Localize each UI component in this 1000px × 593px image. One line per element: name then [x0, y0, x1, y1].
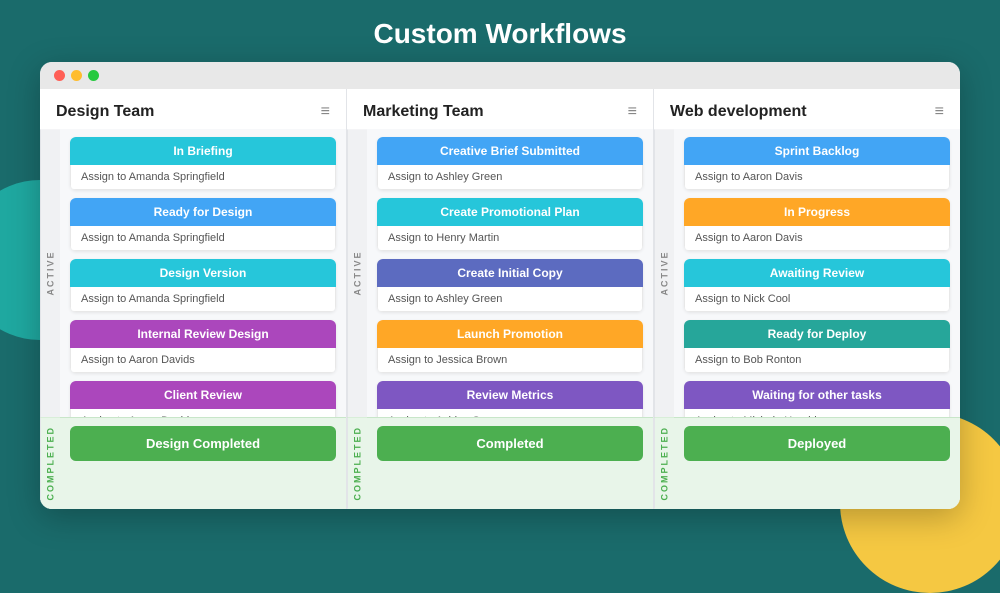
card-assign-web-development-0: Assign to Aaron Davis [684, 165, 950, 190]
card-marketing-team-1[interactable]: Create Promotional PlanAssign to Henry M… [377, 198, 643, 251]
card-web-development-2[interactable]: Awaiting ReviewAssign to Nick Cool [684, 259, 950, 312]
active-label-web-development: ACTIVE [654, 129, 674, 417]
card-design-team-4[interactable]: Client ReviewAssign to Aaron Davids [70, 381, 336, 417]
browser-dot-yellow [71, 70, 82, 81]
card-header-design-team-4: Client Review [70, 381, 336, 409]
card-assign-web-development-1: Assign to Aaron Davis [684, 226, 950, 251]
active-section-web-development: ACTIVESprint BacklogAssign to Aaron Davi… [654, 129, 960, 417]
column-title-web-development: Web development [670, 103, 807, 121]
card-design-team-2[interactable]: Design VersionAssign to Amanda Springfie… [70, 259, 336, 312]
card-design-team-0[interactable]: In BriefingAssign to Amanda Springfield [70, 137, 336, 190]
active-label-marketing-team: ACTIVE [347, 129, 367, 417]
card-header-web-development-2: Awaiting Review [684, 259, 950, 287]
cards-list-web-development: Sprint BacklogAssign to Aaron DavisIn Pr… [674, 129, 960, 417]
cards-list-design-team: In BriefingAssign to Amanda SpringfieldR… [60, 129, 346, 417]
card-web-development-1[interactable]: In ProgressAssign to Aaron Davis [684, 198, 950, 251]
browser-dot-red [54, 70, 65, 81]
completed-card-design-team[interactable]: Design Completed [70, 426, 336, 461]
completed-section-design-team: COMPLETED Design Completed [40, 417, 346, 509]
card-assign-marketing-team-3: Assign to Jessica Brown [377, 348, 643, 373]
completed-cards-design-team: Design Completed [60, 418, 346, 509]
card-assign-web-development-4: Assign to Michele Hendrix [684, 409, 950, 417]
completed-cards-marketing-team: Completed [367, 418, 653, 509]
card-assign-marketing-team-4: Assign to Ashley Green [377, 409, 643, 417]
page-title: Custom Workflows [0, 0, 1000, 62]
card-header-marketing-team-2: Create Initial Copy [377, 259, 643, 287]
card-header-marketing-team-1: Create Promotional Plan [377, 198, 643, 226]
card-header-design-team-2: Design Version [70, 259, 336, 287]
card-design-team-1[interactable]: Ready for DesignAssign to Amanda Springf… [70, 198, 336, 251]
card-assign-marketing-team-0: Assign to Ashley Green [377, 165, 643, 190]
completed-cards-web-development: Deployed [674, 418, 960, 509]
card-assign-web-development-2: Assign to Nick Cool [684, 287, 950, 312]
completed-label-marketing-team: COMPLETED [347, 418, 367, 509]
active-section-design-team: ACTIVEIn BriefingAssign to Amanda Spring… [40, 129, 346, 417]
kanban-column-web-development: Web development≡ACTIVESprint BacklogAssi… [654, 89, 960, 509]
kanban-column-marketing-team: Marketing Team ≡ ACTIVE Creative Brief Subm… [347, 89, 654, 509]
browser-window: Design Team≡ACTIVEIn BriefingAssign to A… [40, 62, 960, 509]
card-header-web-development-0: Sprint Backlog [684, 137, 950, 165]
column-header-design-team: Design Team ≡ [40, 89, 346, 129]
completed-card-web-development[interactable]: Deployed [684, 426, 950, 461]
column-title-marketing-team: Marketing Team [363, 103, 484, 121]
card-assign-design-team-3: Assign to Aaron Davids [70, 348, 336, 373]
column-menu-design-team[interactable]: ≡ [321, 103, 330, 121]
completed-section-marketing-team: COMPLETED Completed [347, 417, 653, 509]
card-header-marketing-team-0: Creative Brief Submitted [377, 137, 643, 165]
card-header-marketing-team-3: Launch Promotion [377, 320, 643, 348]
column-title-design-team: Design Team [56, 103, 154, 121]
card-assign-web-development-3: Assign to Bob Ronton [684, 348, 950, 373]
card-header-marketing-team-4: Review Metrics [377, 381, 643, 409]
card-assign-design-team-1: Assign to Amanda Springfield [70, 226, 336, 251]
card-header-design-team-0: In Briefing [70, 137, 336, 165]
column-header-web-development: Web development ≡ [654, 89, 960, 129]
column-menu-web-development[interactable]: ≡ [935, 103, 944, 121]
card-header-web-development-1: In Progress [684, 198, 950, 226]
card-header-design-team-1: Ready for Design [70, 198, 336, 226]
completed-card-marketing-team[interactable]: Completed [377, 426, 643, 461]
card-assign-marketing-team-2: Assign to Ashley Green [377, 287, 643, 312]
card-marketing-team-3[interactable]: Launch PromotionAssign to Jessica Brown [377, 320, 643, 373]
completed-label-design-team: COMPLETED [40, 418, 60, 509]
card-web-development-4[interactable]: Waiting for other tasksAssign to Michele… [684, 381, 950, 417]
active-section-marketing-team: ACTIVECreative Brief SubmittedAssign to … [347, 129, 653, 417]
browser-dot-green [88, 70, 99, 81]
card-assign-design-team-2: Assign to Amanda Springfield [70, 287, 336, 312]
cards-list-marketing-team: Creative Brief SubmittedAssign to Ashley… [367, 129, 653, 417]
card-web-development-3[interactable]: Ready for DeployAssign to Bob Ronton [684, 320, 950, 373]
column-menu-marketing-team[interactable]: ≡ [628, 103, 637, 121]
card-assign-design-team-4: Assign to Aaron Davids [70, 409, 336, 417]
card-marketing-team-4[interactable]: Review MetricsAssign to Ashley Green [377, 381, 643, 417]
card-header-design-team-3: Internal Review Design [70, 320, 336, 348]
card-marketing-team-2[interactable]: Create Initial CopyAssign to Ashley Gree… [377, 259, 643, 312]
card-marketing-team-0[interactable]: Creative Brief SubmittedAssign to Ashley… [377, 137, 643, 190]
card-header-web-development-4: Waiting for other tasks [684, 381, 950, 409]
card-assign-marketing-team-1: Assign to Henry Martin [377, 226, 643, 251]
kanban-column-design-team: Design Team≡ACTIVEIn BriefingAssign to A… [40, 89, 347, 509]
browser-bar [40, 62, 960, 89]
card-assign-design-team-0: Assign to Amanda Springfield [70, 165, 336, 190]
kanban-area: Design Team≡ACTIVEIn BriefingAssign to A… [40, 89, 960, 509]
completed-section-web-development: COMPLETED Deployed [654, 417, 960, 509]
column-header-marketing-team: Marketing Team ≡ [347, 89, 653, 129]
card-header-web-development-3: Ready for Deploy [684, 320, 950, 348]
card-design-team-3[interactable]: Internal Review DesignAssign to Aaron Da… [70, 320, 336, 373]
active-label-design-team: ACTIVE [40, 129, 60, 417]
completed-label-web-development: COMPLETED [654, 418, 674, 509]
card-web-development-0[interactable]: Sprint BacklogAssign to Aaron Davis [684, 137, 950, 190]
